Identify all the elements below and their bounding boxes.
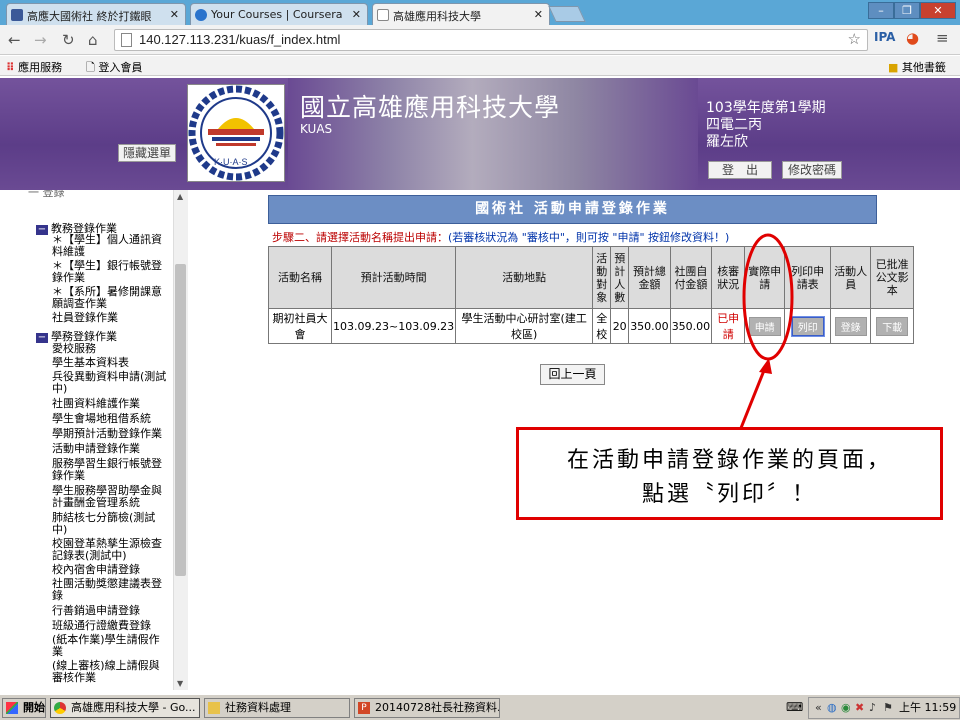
taskbar-item-chrome[interactable]: 高雄應用科技大學 - Go... <box>50 698 200 718</box>
chrome-icon <box>54 702 66 714</box>
callout-line-1: 在活動申請登錄作業的頁面， <box>566 448 892 473</box>
annotation-arrow-line <box>739 367 767 429</box>
windows-logo-icon <box>6 702 18 714</box>
annotation-overlay <box>739 233 794 429</box>
highlight-ellipse <box>742 233 794 361</box>
keyboard-icon[interactable]: ⌨ <box>786 700 803 714</box>
clock[interactable]: 上午 11:59 <box>899 698 956 718</box>
start-button[interactable]: 開始 <box>2 698 46 718</box>
taskbar-label: 20140728社長社務資料... <box>375 701 500 714</box>
powerpoint-icon: P <box>358 702 370 714</box>
folder-icon <box>208 702 220 714</box>
taskbar-item-powerpoint[interactable]: P 20140728社長社務資料... <box>354 698 500 718</box>
tray-expand-icon[interactable]: « <box>815 698 822 718</box>
windows-taskbar: 開始 高雄應用科技大學 - Go... 社務資料處理 P 20140728社長社… <box>0 694 960 720</box>
taskbar-item-folder[interactable]: 社務資料處理 <box>204 698 350 718</box>
taskbar-label: 社務資料處理 <box>225 701 291 714</box>
taskbar-label: 高雄應用科技大學 - Go... <box>71 701 196 714</box>
callout-line-2: 點選〝列印〞！ <box>641 482 817 507</box>
network-icon[interactable]: ◍ <box>827 698 837 718</box>
annotation-arrowhead <box>759 358 772 374</box>
annotation-callout: 在活動申請登錄作業的頁面， 點選〝列印〞！ <box>516 427 943 520</box>
antivirus-icon[interactable]: ◉ <box>841 698 851 718</box>
security-icon[interactable]: ✖ <box>855 698 864 718</box>
start-label: 開始 <box>23 701 45 714</box>
flag-icon[interactable]: ⚑ <box>883 698 893 718</box>
volume-icon[interactable]: ♪ <box>869 698 876 718</box>
system-tray: « ◍ ◉ ✖ ♪ ⚑ 上午 11:59 <box>808 697 960 719</box>
